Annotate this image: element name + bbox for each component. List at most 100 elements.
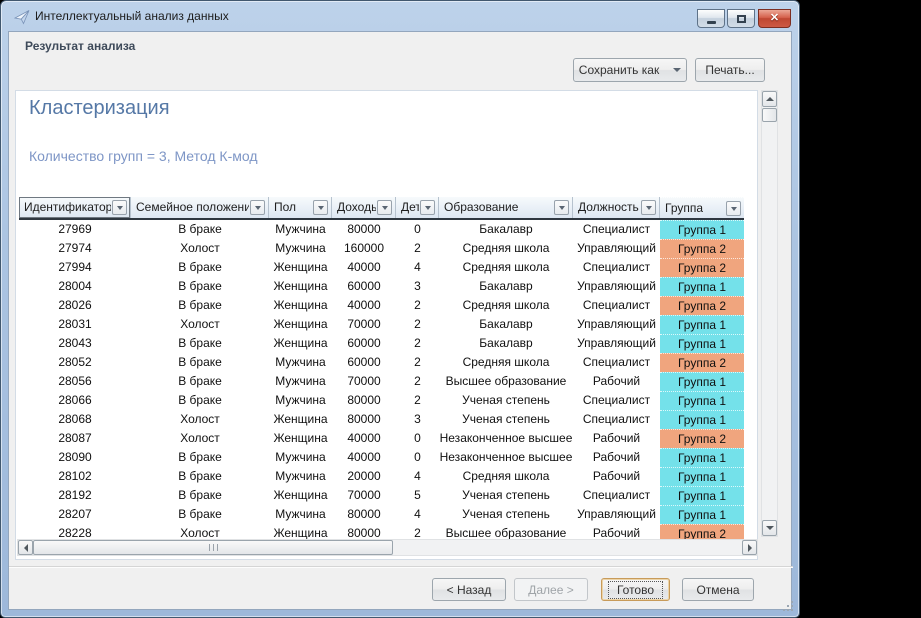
close-button[interactable]: ✕	[758, 9, 791, 28]
table-cell: Специалист	[573, 220, 660, 239]
table-cell: Управляющий	[573, 505, 660, 524]
column-header-2[interactable]: Семейное положение	[131, 197, 269, 218]
column-filter-button[interactable]	[641, 200, 656, 215]
table-row[interactable]: 28228ХолостЖенщина800002Высшее образован…	[19, 524, 744, 540]
table-row[interactable]: 28066В бракеМужчина800002Ученая степеньС…	[19, 391, 744, 410]
dialog-window: Интеллектуальный анализ данных ✕ Результ…	[0, 0, 800, 618]
horizontal-scrollbar-thumb[interactable]	[33, 540, 393, 555]
column-filter-button[interactable]	[250, 200, 265, 215]
table-cell: Женщина	[269, 334, 332, 353]
column-header-label: Доходы	[337, 200, 376, 214]
table-cell: 20000	[332, 467, 396, 486]
table-cell: Рабочий	[573, 467, 660, 486]
column-filter-button[interactable]	[377, 200, 392, 215]
table-cell: Холост	[131, 429, 269, 448]
table-cell: 2	[396, 296, 439, 315]
table-cell: Женщина	[269, 429, 332, 448]
table-cell: 4	[396, 467, 439, 486]
table-row[interactable]: 28192В бракеЖенщина700005Ученая степеньС…	[19, 486, 744, 505]
table-cell: Специалист	[573, 258, 660, 277]
group-badge: Группа 1	[660, 391, 744, 410]
maximize-button[interactable]	[727, 9, 755, 28]
chevron-down-icon	[117, 206, 123, 210]
table-cell: 28207	[19, 505, 131, 524]
table-row[interactable]: 28056В бракеМужчина700002Высшее образова…	[19, 372, 744, 391]
table-cell: 2	[396, 239, 439, 258]
table-row[interactable]: 27974ХолостМужчина1600002Средняя школаУп…	[19, 239, 744, 258]
page-title: Результат анализа	[25, 39, 135, 53]
resize-grip-icon[interactable]	[783, 599, 794, 610]
group-badge: Группа 1	[660, 372, 744, 391]
table-cell: Управляющий	[573, 315, 660, 334]
column-header-5[interactable]: Дети	[396, 197, 439, 218]
scroll-right-button[interactable]	[742, 540, 757, 555]
finish-button[interactable]: Готово	[601, 578, 670, 601]
table-cell: 28026	[19, 296, 131, 315]
vertical-scrollbar-thumb[interactable]	[762, 108, 777, 122]
footer-separator	[9, 566, 793, 568]
table-cell: Мужчина	[269, 220, 332, 239]
next-label: Далее >	[528, 583, 574, 597]
arrow-right-icon	[748, 544, 752, 552]
chevron-down-icon	[559, 206, 565, 210]
table-row[interactable]: 28068ХолостЖенщина800003Ученая степеньСп…	[19, 410, 744, 429]
column-filter-button[interactable]	[554, 200, 569, 215]
table-cell: 3	[396, 277, 439, 296]
table-row[interactable]: 28031ХолостЖенщина700002БакалаврУправляю…	[19, 315, 744, 334]
table-row[interactable]: 28052В бракеМужчина600002Средняя школаСп…	[19, 353, 744, 372]
titlebar[interactable]: Интеллектуальный анализ данных ✕	[1, 1, 799, 31]
column-header-8[interactable]: Группа	[660, 197, 744, 218]
column-header-7[interactable]: Должность	[573, 197, 660, 218]
column-header-3[interactable]: Пол	[269, 197, 332, 218]
table-cell: 80000	[332, 524, 396, 540]
column-header-1[interactable]: Идентификатор	[19, 197, 131, 218]
table-row[interactable]: 28026В бракеЖенщина400002Средняя школаСп…	[19, 296, 744, 315]
table-row[interactable]: 28004В бракеЖенщина600003БакалаврУправля…	[19, 277, 744, 296]
table-cell: 28056	[19, 372, 131, 391]
table-row[interactable]: 27969В бракеМужчина800000БакалаврСпециал…	[19, 220, 744, 239]
print-button[interactable]: Печать...	[695, 58, 765, 82]
column-filter-button[interactable]	[313, 200, 328, 215]
scroll-left-button[interactable]	[18, 540, 33, 555]
horizontal-scrollbar[interactable]	[17, 539, 758, 556]
table-cell: 0	[396, 429, 439, 448]
table-cell: 160000	[332, 239, 396, 258]
table-cell: Средняя школа	[439, 353, 573, 372]
table-row[interactable]: 28090В бракеМужчина400000Незаконченное в…	[19, 448, 744, 467]
group-badge: Группа 1	[660, 315, 744, 334]
table-cell: 60000	[332, 353, 396, 372]
table-row[interactable]: 28043В бракеЖенщина600002БакалаврУправля…	[19, 334, 744, 353]
vertical-scrollbar[interactable]	[761, 90, 778, 537]
column-filter-button[interactable]	[420, 200, 435, 215]
table-cell: Холост	[131, 315, 269, 334]
table-cell: Холост	[131, 524, 269, 540]
scroll-up-button[interactable]	[762, 91, 777, 107]
table-cell: 28031	[19, 315, 131, 334]
group-badge: Группа 1	[660, 467, 744, 486]
column-header-6[interactable]: Образование	[439, 197, 573, 218]
table-cell: 40000	[332, 296, 396, 315]
column-filter-button[interactable]	[726, 201, 741, 216]
table-cell: Средняя школа	[439, 296, 573, 315]
column-filter-button[interactable]	[112, 200, 127, 215]
column-header-label: Дети	[401, 200, 419, 214]
group-badge: Группа 1	[660, 277, 744, 296]
back-button[interactable]: < Назад	[432, 578, 506, 601]
minimize-button[interactable]	[697, 9, 725, 28]
table-row[interactable]: 28087ХолостЖенщина400000Незаконченное вы…	[19, 429, 744, 448]
results-table-header: ИдентификаторСемейное положениеПол Доходы…	[19, 197, 744, 220]
table-cell: 80000	[332, 391, 396, 410]
column-header-4[interactable]: Доходы	[332, 197, 396, 218]
cancel-button[interactable]: Отмена	[682, 578, 754, 601]
save-as-label: Сохранить как	[579, 63, 659, 77]
table-cell: Холост	[131, 239, 269, 258]
group-badge: Группа 2	[660, 524, 744, 540]
scroll-down-button[interactable]	[762, 520, 777, 536]
report-subheading: Количество групп = 3, Метод К-мод	[29, 148, 258, 164]
table-cell: Женщина	[269, 296, 332, 315]
table-row[interactable]: 28102В бракеМужчина200004Средняя школаРа…	[19, 467, 744, 486]
save-as-button[interactable]: Сохранить как	[573, 58, 687, 82]
table-row[interactable]: 28207В бракеМужчина800004Ученая степеньУ…	[19, 505, 744, 524]
window-title: Интеллектуальный анализ данных	[35, 9, 229, 23]
table-row[interactable]: 27994В бракеЖенщина400004Средняя школаСп…	[19, 258, 744, 277]
